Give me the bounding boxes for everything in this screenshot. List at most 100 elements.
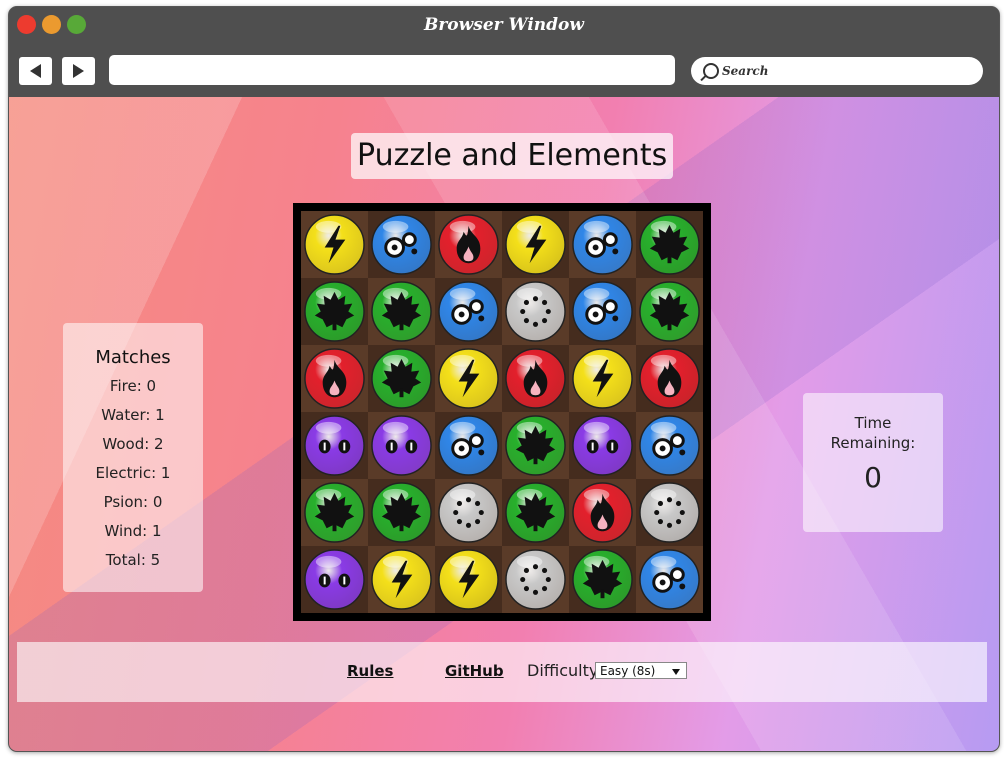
wood-orb-icon <box>304 281 365 342</box>
orb-water[interactable] <box>569 211 636 278</box>
orb-electric[interactable] <box>301 211 368 278</box>
fire-orb-icon <box>572 482 633 543</box>
fire-orb-icon <box>639 348 700 409</box>
orb-water[interactable] <box>636 546 703 613</box>
orb-wind[interactable] <box>435 479 502 546</box>
orb-water[interactable] <box>368 211 435 278</box>
orb-water[interactable] <box>435 278 502 345</box>
matches-wind: Wind: 1 <box>104 522 162 540</box>
fire-orb-icon <box>505 348 566 409</box>
orb-psion[interactable] <box>301 546 368 613</box>
psion-orb-icon <box>304 415 365 476</box>
orb-electric[interactable] <box>435 546 502 613</box>
address-bar[interactable] <box>109 55 675 85</box>
matches-fire: Fire: 0 <box>109 377 157 395</box>
orb-wood[interactable] <box>636 211 703 278</box>
github-link[interactable]: GitHub <box>445 662 504 680</box>
wood-orb-icon <box>505 482 566 543</box>
orb-wood[interactable] <box>368 278 435 345</box>
water-orb-icon <box>572 214 633 275</box>
orb-psion[interactable] <box>301 412 368 479</box>
forward-button[interactable] <box>62 57 95 85</box>
orb-wood[interactable] <box>569 546 636 613</box>
wood-orb-icon <box>572 549 633 610</box>
wind-orb-icon <box>639 482 700 543</box>
orb-water[interactable] <box>569 278 636 345</box>
difficulty-label: Difficulty <box>527 661 599 680</box>
orb-grid <box>301 211 703 613</box>
orb-electric[interactable] <box>368 546 435 613</box>
orb-wind[interactable] <box>636 479 703 546</box>
electric-orb-icon <box>572 348 633 409</box>
matches-heading: Matches <box>95 347 171 368</box>
footer-bar: Rules GitHub Difficulty Easy (8s) <box>17 642 987 702</box>
orb-fire[interactable] <box>301 345 368 412</box>
orb-wood[interactable] <box>502 412 569 479</box>
water-orb-icon <box>639 549 700 610</box>
wind-orb-icon <box>505 549 566 610</box>
orb-fire[interactable] <box>502 345 569 412</box>
chevron-down-icon <box>672 669 680 675</box>
orb-electric[interactable] <box>569 345 636 412</box>
orb-water[interactable] <box>636 412 703 479</box>
time-remaining-label: Time Remaining: <box>830 414 916 452</box>
wood-orb-icon <box>371 482 432 543</box>
orb-wood[interactable] <box>368 479 435 546</box>
matches-panel: Matches Fire: 0 Water: 1 Wood: 2 Electri… <box>63 323 203 592</box>
back-button[interactable] <box>19 57 52 85</box>
page-title: Puzzle and Elements <box>351 133 674 179</box>
title-bar: Browser Window <box>9 7 999 45</box>
back-arrow-icon <box>30 64 41 78</box>
time-remaining-value: 0 <box>864 461 882 494</box>
orb-wood[interactable] <box>636 278 703 345</box>
matches-wood: Wood: 2 <box>102 435 164 453</box>
wind-orb-icon <box>438 482 499 543</box>
wood-orb-icon <box>304 482 365 543</box>
fire-orb-icon <box>438 214 499 275</box>
orb-wind[interactable] <box>502 546 569 613</box>
matches-total: Total: 5 <box>105 551 161 569</box>
search-icon <box>703 63 719 79</box>
orb-electric[interactable] <box>435 345 502 412</box>
psion-orb-icon <box>572 415 633 476</box>
water-orb-icon <box>572 281 633 342</box>
orb-wood[interactable] <box>368 345 435 412</box>
electric-orb-icon <box>371 549 432 610</box>
browser-window: Browser Window Search Puzzle and Element… <box>8 6 1000 752</box>
rules-link[interactable]: Rules <box>347 662 393 680</box>
orb-wood[interactable] <box>301 278 368 345</box>
orb-wood[interactable] <box>301 479 368 546</box>
wood-orb-icon <box>639 281 700 342</box>
water-orb-icon <box>438 415 499 476</box>
page-viewport: Puzzle and Elements Matches Fire: 0 Wate… <box>9 97 999 751</box>
wood-orb-icon <box>371 348 432 409</box>
matches-psion: Psion: 0 <box>103 493 163 511</box>
orb-fire[interactable] <box>435 211 502 278</box>
search-placeholder: Search <box>722 64 769 78</box>
water-orb-icon <box>371 214 432 275</box>
difficulty-selected-value: Easy (8s) <box>600 664 656 678</box>
wind-orb-icon <box>505 281 566 342</box>
forward-arrow-icon <box>73 64 84 78</box>
orb-wood[interactable] <box>502 479 569 546</box>
orb-electric[interactable] <box>502 211 569 278</box>
orb-psion[interactable] <box>368 412 435 479</box>
difficulty-select[interactable]: Easy (8s) <box>595 662 687 679</box>
orb-fire[interactable] <box>569 479 636 546</box>
orb-psion[interactable] <box>569 412 636 479</box>
orb-fire[interactable] <box>636 345 703 412</box>
search-input[interactable]: Search <box>691 57 983 85</box>
orb-wind[interactable] <box>502 278 569 345</box>
wood-orb-icon <box>505 415 566 476</box>
matches-electric: Electric: 1 <box>95 464 171 482</box>
game-board <box>293 203 711 621</box>
electric-orb-icon <box>304 214 365 275</box>
electric-orb-icon <box>505 214 566 275</box>
wood-orb-icon <box>639 214 700 275</box>
fire-orb-icon <box>304 348 365 409</box>
window-title: Browser Window <box>423 15 585 35</box>
browser-toolbar: Search <box>9 45 999 97</box>
timer-panel: Time Remaining: 0 <box>803 393 943 532</box>
orb-water[interactable] <box>435 412 502 479</box>
water-orb-icon <box>438 281 499 342</box>
